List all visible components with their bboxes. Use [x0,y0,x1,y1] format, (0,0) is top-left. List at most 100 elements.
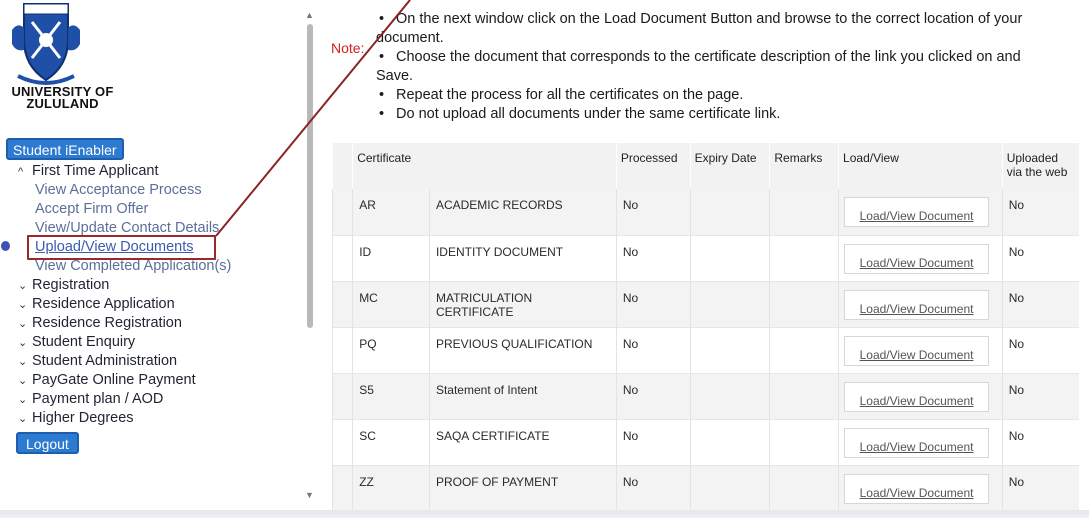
processed-cell: No [615,373,691,420]
remarks-cell [769,235,839,282]
remarks-cell [769,419,839,466]
menu-section-student-administration[interactable]: ⌄ Student Administration [18,352,303,371]
certificate-description-cell: SAQA CERTIFICATE [428,419,617,466]
processed-cell: No [615,281,691,328]
chevron-down-icon: ⌄ [18,394,28,406]
certificate-code-cell: PQ [352,327,430,374]
instruction-item-continued: Save. [376,67,1081,86]
header-processed: Processed [615,143,691,189]
certificate-code-cell: AR [352,189,430,236]
menu-section-label: First Time Applicant [32,163,159,179]
bullet-icon: • [379,106,385,122]
load-view-cell: Load/View Document [838,373,1003,420]
university-name-line2: ZULULAND [26,96,99,111]
bullet-icon: • [379,87,385,103]
instruction-text: Choose the document that corresponds to … [396,49,1021,65]
sub-item-accept-firm-offer[interactable]: Accept Firm Offer [18,200,303,219]
table-row: ZZ PROOF OF PAYMENT No Load/View Document No [331,465,1079,512]
menu-section-label: Student Enquiry [32,334,136,350]
bottom-edge-strip [0,510,1089,518]
menu-section-residence-application[interactable]: ⌄ Residence Application [18,295,303,314]
processed-cell: No [615,235,691,282]
spacer-cell [331,465,353,512]
load-view-document-button[interactable]: Load/View Document [844,243,990,274]
processed-cell: No [615,189,691,236]
instruction-text: document. [376,30,444,46]
menu-section-payment-plan-aod[interactable]: ⌄ Payment plan / AOD [18,390,303,409]
load-view-document-button[interactable]: Load/View Document [844,335,990,366]
menu-section-higher-degrees[interactable]: ⌄ Higher Degrees [18,409,303,428]
menu-section-first-time-applicant[interactable]: ^ First Time Applicant [18,162,303,181]
chevron-down-icon: ⌄ [18,337,28,349]
chevron-down-icon: ⌄ [18,356,28,368]
sidebar-scrollbar[interactable]: ▲ ▼ [304,10,316,500]
bullet-icon: • [379,11,385,27]
certificates-table-body: AR ACADEMIC RECORDS No Load/View Document No… [331,189,1079,512]
scroll-down-arrow-icon[interactable]: ▼ [305,490,314,500]
instruction-item: • Repeat the process for all the certifi… [376,86,1081,105]
uploaded-via-web-cell: No [1001,281,1079,328]
chevron-up-icon: ^ [18,166,24,178]
header-expiry-date: Expiry Date [689,143,770,189]
menu-section-label: Student Administration [32,353,178,369]
instruction-item: • Choose the document that corresponds t… [376,48,1081,67]
menu-section-label: Residence Application [32,296,175,312]
expiry-date-cell [689,327,770,374]
table-row: S5 Statement of Intent No Load/View Documen… [331,373,1079,420]
instruction-text: Do not upload all documents under the sa… [396,106,781,122]
certificate-code-cell: ID [352,235,430,282]
logout-button[interactable]: Logout [16,432,79,454]
menu-section-registration[interactable]: ⌄ Registration [18,276,303,295]
uploaded-via-web-cell: No [1001,235,1079,282]
table-row: MC MATRICULATION CERTIFICATE No Load/View D… [331,281,1079,328]
instruction-item: • On the next window click on the Load D… [376,10,1081,29]
certificate-description-cell: IDENTITY DOCUMENT [428,235,617,282]
sidebar: UNIVERSITY OF ZULULAND Student iEnabler … [0,0,300,510]
chevron-down-icon: ⌄ [18,375,28,387]
sub-item-view-acceptance-process[interactable]: View Acceptance Process [18,181,303,200]
table-row: PQ PREVIOUS QUALIFICATION No Load/View Docu… [331,327,1079,374]
load-view-document-button[interactable]: Load/View Document [844,197,990,227]
load-view-document-button[interactable]: Load/View Document [844,473,990,504]
load-view-document-button[interactable]: Load/View Document [844,427,990,458]
load-view-document-button[interactable]: Load/View Document [844,289,990,320]
processed-cell: No [615,465,691,512]
load-view-cell: Load/View Document [838,327,1003,374]
load-view-cell: Load/View Document [838,281,1003,328]
scroll-up-arrow-icon[interactable]: ▲ [305,10,314,20]
menu-section-paygate-online-payment[interactable]: ⌄ PayGate Online Payment [18,371,303,390]
instruction-item-continued: document. [376,29,1081,48]
processed-cell: No [615,327,691,374]
remarks-cell [769,281,839,328]
table-row: SC SAQA CERTIFICATE No Load/View Document No [331,419,1079,466]
chevron-down-icon: ⌄ [18,318,28,330]
certificate-code-cell: SC [352,419,430,466]
header-remarks: Remarks [769,143,839,189]
load-view-document-button[interactable]: Load/View Document [844,381,990,412]
uploaded-via-web-cell: No [1001,465,1079,512]
menu-section-residence-registration[interactable]: ⌄ Residence Registration [18,314,303,333]
uploaded-via-web-cell: No [1001,419,1079,466]
certificate-code-cell: S5 [352,373,430,420]
uploaded-via-web-cell: No [1001,189,1079,236]
certificate-description-cell: PROOF OF PAYMENT [428,465,617,512]
remarks-cell [769,327,839,374]
certificates-table: Certificate Processed Expiry Date Remark… [331,143,1079,512]
header-load-view: Load/View [838,143,1003,189]
certificate-description-cell: MATRICULATION CERTIFICATE [428,281,617,328]
expiry-date-cell [689,235,770,282]
university-name: UNIVERSITY OF ZULULAND [0,85,125,111]
header-certificate: Certificate [352,143,617,189]
certificate-code-cell: ZZ [352,465,430,512]
table-header-row: Certificate Processed Expiry Date Remark… [331,143,1079,189]
chevron-down-icon: ⌄ [18,280,28,292]
student-ienabler-button[interactable]: Student iEnabler [6,138,124,160]
uploaded-via-web-cell: No [1001,373,1079,420]
expiry-date-cell [689,189,770,236]
scrollbar-thumb[interactable] [307,24,313,328]
menu-section-label: Residence Registration [32,315,182,331]
menu-section-label: Higher Degrees [32,410,134,426]
table-row: AR ACADEMIC RECORDS No Load/View Document No [331,189,1079,236]
menu-section-student-enquiry[interactable]: ⌄ Student Enquiry [18,333,303,352]
instruction-text: Repeat the process for all the certifica… [396,87,744,103]
